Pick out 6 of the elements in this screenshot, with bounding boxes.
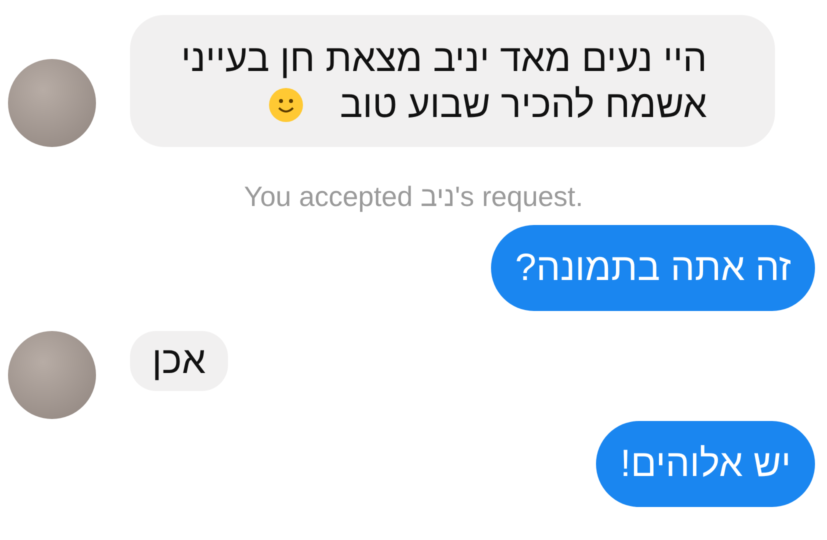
message-text: היי נעים מאד יניב מצאת חן בעייני: [180, 37, 707, 81]
message-text: אכן: [152, 339, 206, 383]
message-bubble: זה אתה בתמונה?: [491, 225, 815, 311]
system-notice: You accepted ניב's request.: [244, 181, 584, 213]
message-text: אשמח להכיר שבוע טוב: [340, 83, 707, 127]
message-bubble: יש אלוהים!: [596, 421, 815, 507]
